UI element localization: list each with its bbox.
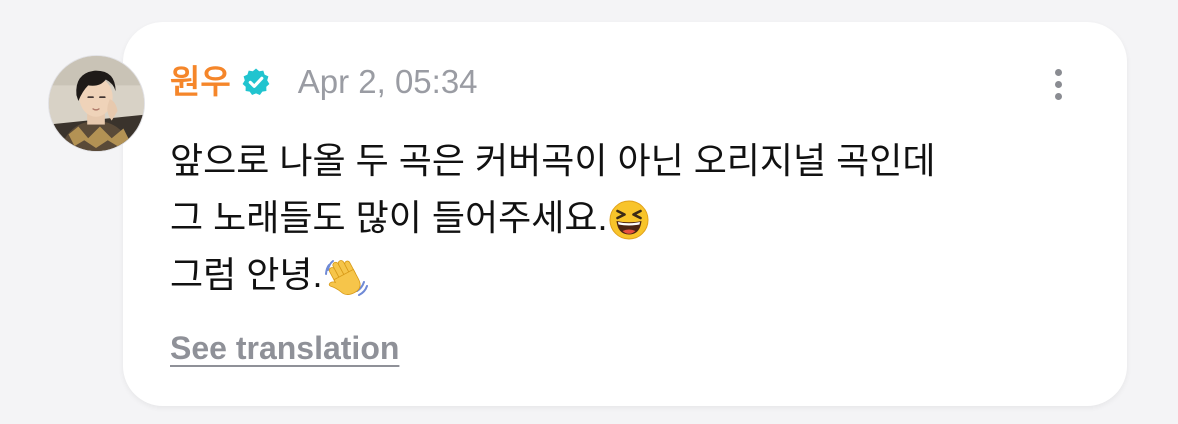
post-line-1: 앞으로 나올 두 곡은 커버곡이 아닌 오리지널 곡인데 — [170, 132, 1090, 189]
author-name[interactable]: 원우 — [170, 60, 231, 104]
post-line-1-text: 앞으로 나올 두 곡은 커버곡이 아닌 오리지널 곡인데 — [170, 140, 936, 181]
post-line-3: 그럼 안녕. — [170, 246, 1090, 303]
see-translation-link[interactable]: See translation — [170, 328, 399, 368]
waving-hand-emoji-icon — [324, 255, 369, 299]
post-body: 앞으로 나올 두 곡은 커버곡이 아닌 오리지널 곡인데 그 노래들도 많이 들… — [170, 132, 1090, 303]
more-dot-icon — [1054, 80, 1062, 88]
post-line-2: 그 노래들도 많이 들어주세요. — [170, 189, 1090, 246]
post-line-3-text: 그럼 안녕. — [170, 254, 323, 295]
grinning-squinting-face-emoji-icon — [609, 200, 649, 240]
more-options-button[interactable] — [1040, 60, 1076, 108]
verified-badge-icon — [241, 67, 271, 97]
post-card: 원우 Apr 2, 05:34 앞으로 나올 두 곡은 커버곡이 아닌 오리지널… — [123, 22, 1127, 406]
more-dot-icon — [1054, 68, 1062, 76]
more-dot-icon — [1054, 92, 1062, 100]
post-header: 원우 Apr 2, 05:34 — [170, 60, 478, 104]
post-stage: 원우 Apr 2, 05:34 앞으로 나올 두 곡은 커버곡이 아닌 오리지널… — [0, 0, 1178, 424]
post-line-2-text: 그 노래들도 많이 들어주세요. — [170, 197, 608, 238]
post-timestamp: Apr 2, 05:34 — [297, 63, 478, 100]
author-avatar[interactable] — [48, 55, 145, 152]
